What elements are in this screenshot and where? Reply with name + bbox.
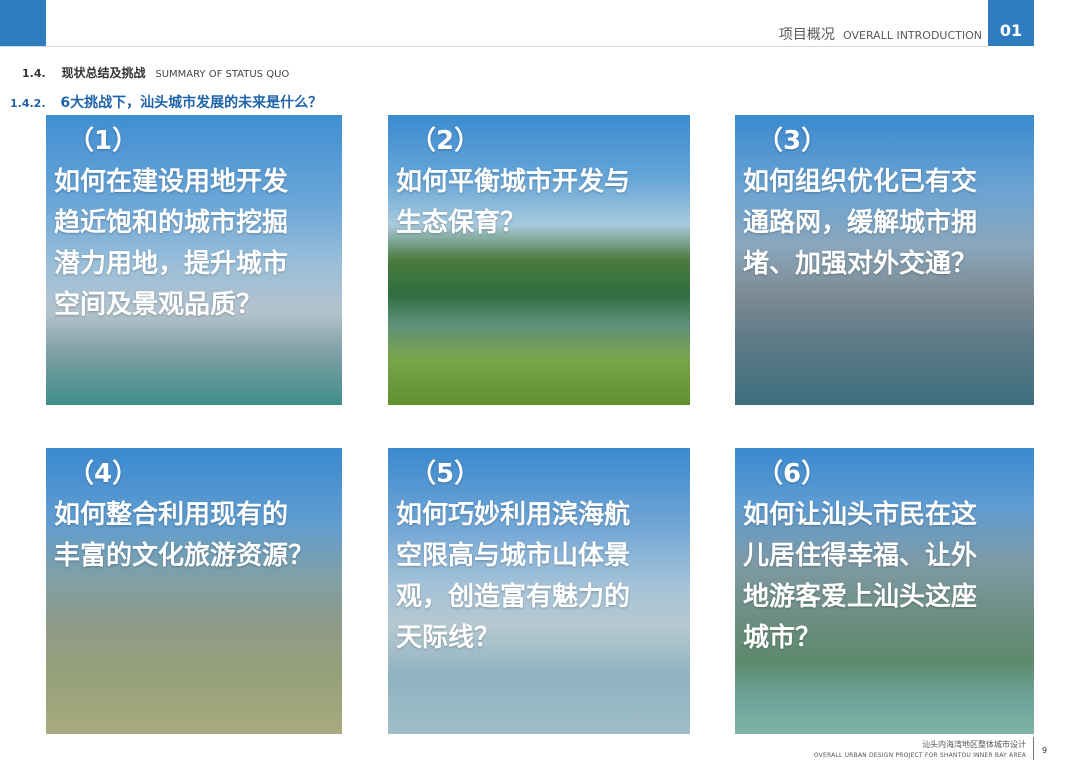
- section-heading: 1.4. 现状总结及挑战 SUMMARY OF STATUS QUO: [22, 64, 289, 81]
- challenge-index: （4）: [68, 459, 139, 489]
- challenge-index: （5）: [410, 459, 481, 489]
- section-number: 1.4.: [22, 67, 46, 80]
- challenge-card-4-waterfront-city-image: （4） 如何整合利用现有的 丰富的文化旅游资源？: [46, 448, 342, 734]
- chapter-number-badge: 01: [988, 0, 1034, 46]
- challenge-text: （6） 如何让汕头市民在这 儿居住得幸福、让外 地游客爱上汕头这座 城市？: [743, 454, 977, 659]
- challenge-card-2-wetland-image: （2） 如何平衡城市开发与 生态保育？: [388, 115, 690, 405]
- challenge-line: 如何巧妙利用滨海航: [396, 500, 631, 530]
- header-divider: [0, 46, 988, 47]
- challenge-index: （3）: [757, 126, 828, 156]
- footer-project-cn: 汕头内海湾地区整体城市设计: [922, 740, 1026, 749]
- challenge-line: 如何让汕头市民在这: [743, 500, 978, 530]
- challenge-text: （4） 如何整合利用现有的 丰富的文化旅游资源？: [54, 454, 314, 577]
- challenge-text: （2） 如何平衡城市开发与 生态保育？: [396, 121, 630, 244]
- challenge-line: 空间及景观品质？: [54, 290, 263, 320]
- challenge-line: 趋近饱和的城市挖掘: [54, 208, 289, 238]
- header-title-en: OVERALL INTRODUCTION: [843, 29, 982, 42]
- header-title: 项目概况 OVERALL INTRODUCTION: [779, 24, 982, 44]
- challenge-index: （6）: [757, 459, 828, 489]
- chapter-number: 01: [999, 21, 1023, 40]
- corner-accent-block: [0, 0, 46, 46]
- section-title-en: SUMMARY OF STATUS QUO: [155, 69, 290, 80]
- challenge-line: 地游客爱上汕头这座: [743, 582, 978, 612]
- challenge-card-6-harbor-pavilion-image: （6） 如何让汕头市民在这 儿居住得幸福、让外 地游客爱上汕头这座 城市？: [735, 448, 1034, 734]
- challenge-card-1-port-image: （1） 如何在建设用地开发 趋近饱和的城市挖掘 潜力用地，提升城市 空间及景观品…: [46, 115, 342, 405]
- header-title-cn: 项目概况: [778, 27, 835, 43]
- challenge-index: （1）: [68, 126, 139, 156]
- footer-project-en: OVERALL URBAN DESIGN PROJECT FOR SHANTOU…: [813, 752, 1026, 759]
- subsection-number: 1.4.2.: [10, 97, 46, 110]
- challenge-line: 儿居住得幸福、让外: [743, 541, 978, 571]
- challenge-line: 生态保育？: [396, 208, 527, 238]
- challenge-text: （1） 如何在建设用地开发 趋近饱和的城市挖掘 潜力用地，提升城市 空间及景观品…: [54, 121, 288, 326]
- challenge-text: （5） 如何巧妙利用滨海航 空限高与城市山体景 观，创造富有魅力的 天际线？: [396, 454, 630, 659]
- challenge-card-3-road-network-image: （3） 如何组织优化已有交 通路网，缓解城市拥 堵、加强对外交通？: [735, 115, 1034, 405]
- challenge-line: 堵、加强对外交通？: [743, 249, 978, 279]
- challenge-line: 城市？: [743, 623, 822, 653]
- challenge-line: 如何整合利用现有的: [54, 500, 289, 530]
- challenge-line: 潜力用地，提升城市: [54, 249, 289, 279]
- section-title-cn: 现状总结及挑战: [61, 66, 146, 80]
- challenge-line: 丰富的文化旅游资源？: [54, 541, 315, 571]
- challenge-line: 通路网，缓解城市拥: [743, 208, 978, 238]
- footer-divider: [1033, 737, 1034, 760]
- challenge-line: 天际线？: [396, 623, 501, 653]
- challenge-index: （2）: [410, 126, 481, 156]
- subsection-heading: 1.4.2. 6大挑战下，汕头城市发展的未来是什么？: [10, 92, 322, 112]
- challenge-line: 观，创造富有魅力的: [396, 582, 631, 612]
- subsection-title: 6大挑战下，汕头城市发展的未来是什么？: [60, 95, 323, 111]
- challenge-text: （3） 如何组织优化已有交 通路网，缓解城市拥 堵、加强对外交通？: [743, 121, 977, 285]
- footer-page-number: 9: [1042, 746, 1048, 755]
- challenge-card-5-bay-skyline-image: （5） 如何巧妙利用滨海航 空限高与城市山体景 观，创造富有魅力的 天际线？: [388, 448, 690, 734]
- challenge-line: 空限高与城市山体景: [396, 541, 631, 571]
- challenge-line: 如何组织优化已有交: [743, 167, 978, 197]
- challenge-line: 如何平衡城市开发与: [396, 167, 631, 197]
- challenge-line: 如何在建设用地开发: [54, 167, 289, 197]
